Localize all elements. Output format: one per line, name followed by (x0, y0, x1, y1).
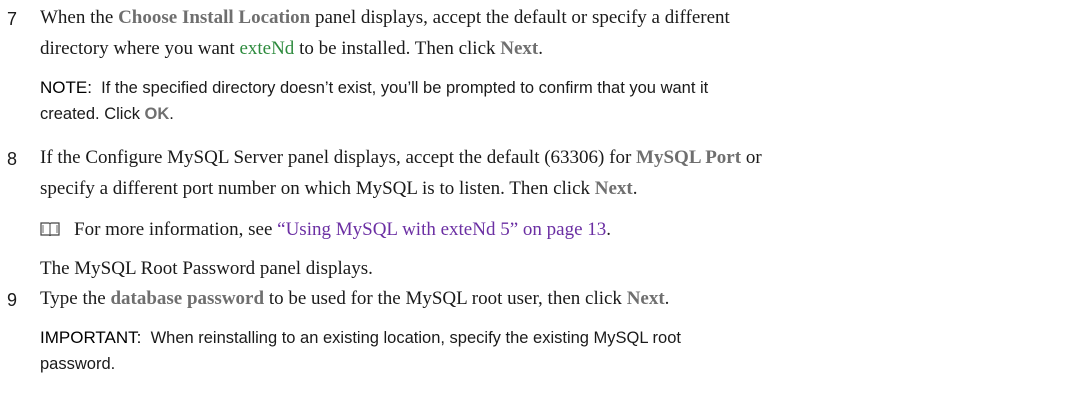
note-label: NOTE: (40, 78, 92, 97)
book-icon (40, 221, 60, 237)
note-line-1: NOTE: If the specified directory doesn’t… (40, 78, 709, 97)
ui-term-ok: OK (144, 105, 170, 123)
step-number: 7 (7, 9, 18, 29)
important-line-2: password. (40, 355, 116, 373)
important-label: IMPORTANT: (40, 328, 142, 347)
step-7-line-2: directory where you want exteNd to be in… (40, 38, 544, 59)
step-number: 9 (7, 290, 18, 310)
step-8-line-2: specify a different port number on which… (40, 178, 638, 199)
step-8-line-1: If the Configure MySQL Server panel disp… (40, 147, 762, 168)
step-8-result: The MySQL Root Password panel displays. (40, 258, 373, 279)
step-number: 8 (7, 149, 18, 169)
cross-reference-link[interactable]: “Using MySQL with exteNd 5” on page 13 (277, 219, 606, 240)
important-line-1: IMPORTANT: When reinstalling to an exist… (40, 328, 681, 347)
ui-term-next: Next (500, 38, 539, 59)
ui-term-choose-install-location: Choose Install Location (118, 7, 311, 28)
info-line: For more information, see “Using MySQL w… (40, 219, 611, 241)
product-name: exteNd (239, 38, 295, 59)
ui-term-database-password: database password (110, 288, 265, 309)
step-7-line-1: When the Choose Install Location panel d… (40, 7, 730, 28)
ui-term-next: Next (626, 288, 665, 309)
ui-term-mysql-port: MySQL Port (636, 147, 742, 168)
ui-term-next: Next (594, 178, 633, 199)
step-9-line-1: Type the database password to be used fo… (40, 288, 670, 309)
note-line-2: created. Click OK. (40, 105, 174, 123)
